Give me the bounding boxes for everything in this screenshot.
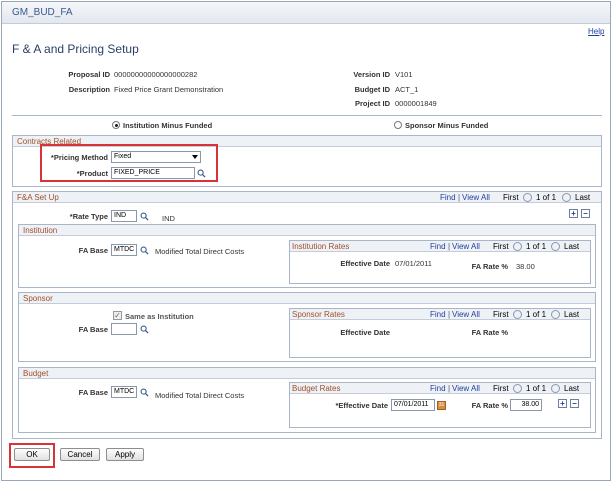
page-title: F & A and Pricing Setup	[12, 42, 139, 56]
ok-button[interactable]: OK	[14, 448, 50, 461]
institution-rates-next-icon[interactable]	[551, 242, 560, 251]
budget-rates-view-all-link[interactable]: View All	[452, 384, 480, 393]
version-id-value: V101	[395, 70, 413, 79]
proposal-id-value: 00000000000000000282	[114, 70, 198, 79]
budget-fa-rate-input[interactable]: 38.00	[510, 399, 542, 411]
description-label: Description	[68, 85, 110, 94]
institution-minus-funded-radio[interactable]	[112, 121, 120, 129]
fa-next-icon[interactable]	[562, 193, 571, 202]
institution-rates-title: Institution Rates	[292, 242, 350, 251]
description-value: Fixed Price Grant Demonstration	[114, 85, 224, 94]
institution-fa-base-lookup-icon[interactable]	[140, 246, 149, 255]
apply-button[interactable]: Apply	[106, 448, 144, 461]
proposal-id-label: Proposal ID	[68, 70, 110, 79]
same-as-institution-label: Same as Institution	[125, 312, 194, 321]
sponsor-fa-base-label: FA Base	[78, 325, 108, 334]
institution-rates-prev-icon[interactable]	[513, 242, 522, 251]
institution-rates-find-link[interactable]: Find	[430, 242, 446, 251]
budget-fa-base-lookup-icon[interactable]	[140, 388, 149, 397]
budget-delete-row-icon[interactable]: −	[570, 399, 579, 408]
project-id-value: 0000001849	[395, 99, 437, 108]
institution-fa-base-label: FA Base	[78, 246, 108, 255]
budget-effective-date-label: *Effective Date	[335, 401, 388, 410]
fa-last-label: Last	[575, 193, 591, 202]
institution-fa-base-desc: Modified Total Direct Costs	[155, 247, 245, 256]
sponsor-fa-base-input[interactable]	[111, 323, 137, 335]
pricing-method-select[interactable]: Fixed	[111, 151, 201, 163]
rate-type-label: *Rate Type	[69, 212, 108, 221]
sponsor-effective-date-label: Effective Date	[340, 328, 390, 337]
sponsor-rates-find-link[interactable]: Find	[430, 310, 446, 319]
budget-fa-base-input[interactable]: MTDC	[111, 386, 137, 398]
fa-range: 1 of 1	[536, 193, 557, 202]
sponsor-minus-funded-label: Sponsor Minus Funded	[405, 121, 489, 130]
institution-rates-view-all-link[interactable]: View All	[452, 242, 480, 251]
institution-minus-funded-label: Institution Minus Funded	[123, 121, 213, 130]
institution-fa-base-input[interactable]: MTDC	[111, 244, 137, 256]
budget-fa-base-label: FA Base	[78, 388, 108, 397]
institution-effective-date-value: 07/01/2011	[395, 259, 432, 268]
sponsor-rates-prev-icon[interactable]	[513, 310, 522, 319]
help-link[interactable]: Help	[588, 27, 604, 36]
institution-fa-rate-label: FA Rate %	[471, 262, 508, 271]
sponsor-rates-view-all-link[interactable]: View All	[452, 310, 480, 319]
title-bar: GM_BUD_FA	[2, 2, 610, 24]
product-label: *Product	[76, 169, 108, 178]
budget-id-value: ACT_1	[395, 85, 419, 94]
pricing-method-label: *Pricing Method	[50, 153, 108, 162]
rate-type-desc: IND	[162, 214, 175, 223]
sponsor-rates-next-icon[interactable]	[551, 310, 560, 319]
rate-type-input[interactable]: IND	[111, 210, 137, 222]
product-input[interactable]: FIXED_PRICE	[111, 167, 195, 179]
institution-fa-rate-value: 38.00	[516, 262, 535, 271]
sponsor-title: Sponsor	[23, 294, 53, 303]
budget-rates-find-link[interactable]: Find	[430, 384, 446, 393]
budget-rates-next-icon[interactable]	[551, 384, 560, 393]
divider	[12, 115, 602, 116]
fa-add-row-icon[interactable]: +	[569, 209, 578, 218]
project-id-label: Project ID	[354, 99, 390, 108]
sponsor-fa-rate-label: FA Rate %	[471, 328, 508, 337]
rate-type-lookup-icon[interactable]	[140, 212, 149, 221]
version-id-label: Version ID	[353, 70, 390, 79]
budget-fa-rate-label: FA Rate %	[471, 401, 508, 410]
product-lookup-icon[interactable]	[197, 169, 206, 178]
budget-effective-date-input[interactable]: 07/01/2011	[391, 399, 435, 411]
fa-first-label: First	[503, 193, 519, 202]
fa-prev-icon[interactable]	[523, 193, 532, 202]
cancel-button[interactable]: Cancel	[60, 448, 100, 461]
budget-fa-base-desc: Modified Total Direct Costs	[155, 391, 245, 400]
fa-setup-title: F&A Set Up	[17, 193, 59, 202]
dropdown-arrow-icon	[192, 155, 198, 159]
sponsor-minus-funded-radio[interactable]	[394, 121, 402, 129]
budget-rates-prev-icon[interactable]	[513, 384, 522, 393]
fa-view-all-link[interactable]: View All	[462, 193, 490, 202]
budget-id-label: Budget ID	[354, 85, 390, 94]
institution-effective-date-label: Effective Date	[340, 259, 390, 268]
budget-rates-title: Budget Rates	[292, 384, 341, 393]
calendar-icon[interactable]: 31	[437, 401, 446, 410]
sponsor-rates-title: Sponsor Rates	[292, 310, 345, 319]
budget-add-row-icon[interactable]: +	[558, 399, 567, 408]
fa-find-link[interactable]: Find	[440, 193, 456, 202]
sponsor-fa-base-lookup-icon[interactable]	[140, 325, 149, 334]
same-as-institution-checkbox[interactable]: ✓	[113, 311, 122, 320]
institution-title: Institution	[23, 226, 58, 235]
window-title: GM_BUD_FA	[12, 7, 73, 18]
modal-window: GM_BUD_FA Help F & A and Pricing Setup P…	[1, 1, 611, 481]
fa-delete-row-icon[interactable]: −	[581, 209, 590, 218]
budget-title: Budget	[23, 369, 49, 378]
